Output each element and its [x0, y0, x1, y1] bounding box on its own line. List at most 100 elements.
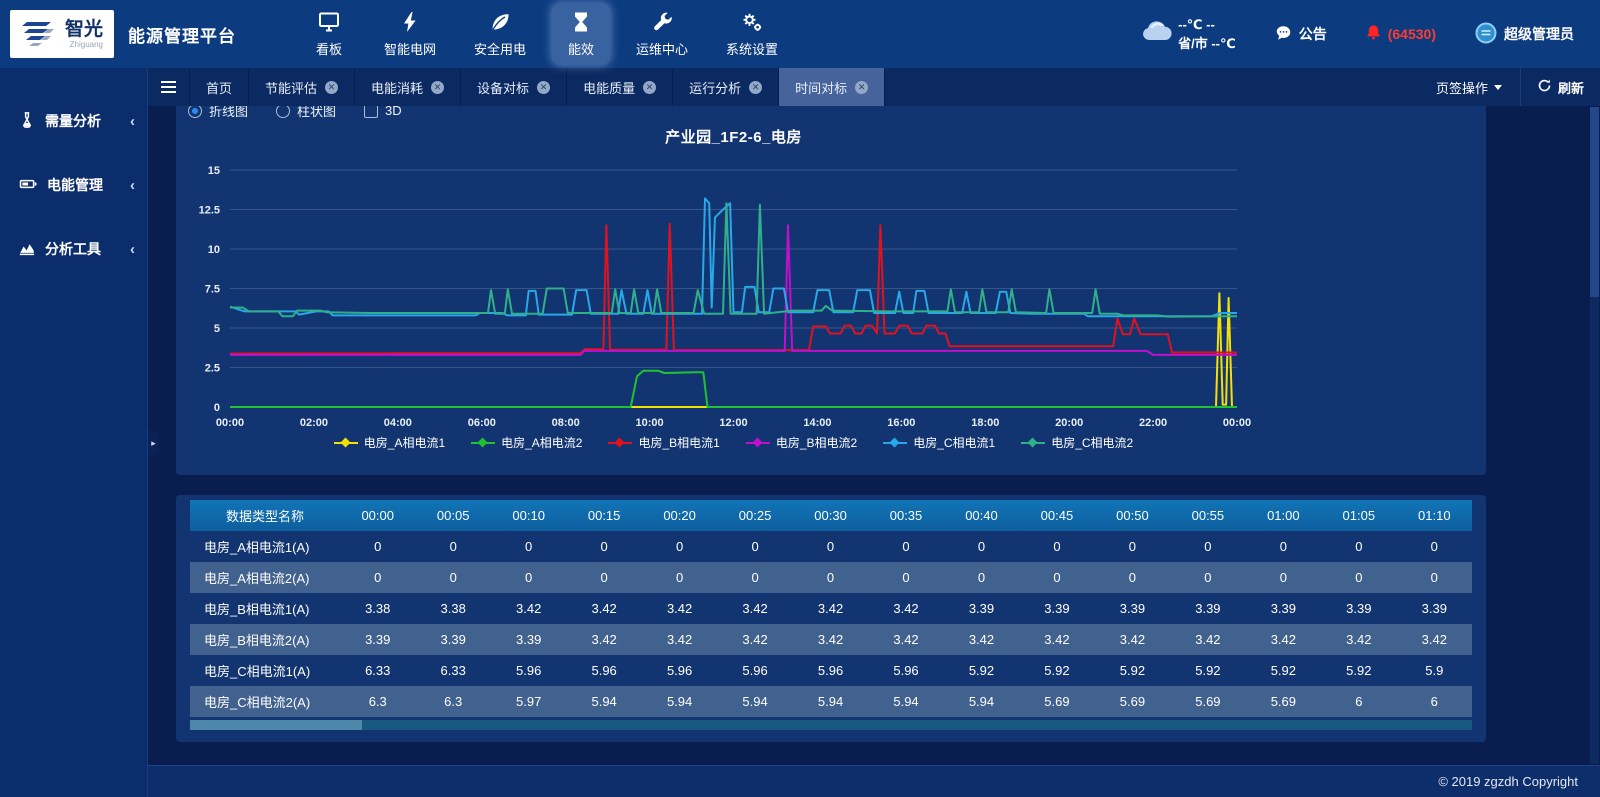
table-cell: 5.94: [944, 686, 1019, 717]
tab-设备对标[interactable]: 设备对标✕: [461, 68, 567, 106]
row-label: 电房_A相电流2(A): [190, 562, 340, 593]
logo-brand-text: 智光: [65, 20, 103, 39]
table-cell: 0: [642, 562, 717, 593]
legend-marker-icon: [608, 439, 632, 447]
weather-city: 省/市 --℃: [1178, 34, 1236, 54]
close-icon[interactable]: ✕: [537, 81, 550, 94]
table-cell: 6.3: [415, 686, 490, 717]
chart-legend: 电房_A相电流1 电房_A相电流2 电房_B相电流1 电房_B相电流2 电房_C相电流1…: [230, 434, 1237, 451]
table-cell: 3.42: [1019, 624, 1094, 655]
table-cell: 5.92: [1170, 655, 1245, 686]
radio-indicator[interactable]: [276, 106, 290, 118]
alarm-count-badge: (64530): [1388, 26, 1436, 42]
refresh-button[interactable]: 刷新: [1521, 68, 1600, 106]
tab-电能消耗[interactable]: 电能消耗✕: [355, 68, 461, 106]
row-label: 电房_C相电流2(A): [190, 686, 340, 717]
tab-operations-dropdown[interactable]: 页签操作: [1418, 68, 1520, 106]
table-cell: 5.9: [1397, 655, 1472, 686]
user-menu[interactable]: 超级管理员: [1474, 21, 1574, 48]
svg-text:16:00: 16:00: [887, 417, 915, 429]
avatar-icon: [1474, 21, 1498, 48]
table-cell: 3.39: [415, 624, 490, 655]
nav-item-能效[interactable]: 能效: [552, 3, 610, 65]
svg-text:12.5: 12.5: [199, 205, 220, 217]
close-icon[interactable]: ✕: [643, 81, 656, 94]
sidebar-item-分析工具[interactable]: 分析工具‹: [0, 220, 147, 278]
svg-text:08:00: 08:00: [552, 417, 580, 429]
tab-operations-label: 页签操作: [1436, 78, 1488, 97]
sidebar-item-需量分析[interactable]: 需量分析‹: [0, 92, 147, 150]
table-cell: 3.39: [1397, 593, 1472, 624]
legend-item-电房_C相电流2[interactable]: 电房_C相电流2: [1021, 434, 1133, 451]
close-icon[interactable]: ✕: [325, 81, 338, 94]
legend-item-电房_B相电流2[interactable]: 电房_B相电流2: [746, 434, 857, 451]
nav-item-运维中心[interactable]: 运维中心: [624, 3, 700, 65]
main-nav: 看板智能电网安全用电能效运维中心 系统设置: [300, 3, 790, 65]
chart-title: 产业园_1F2-6_电房: [230, 126, 1237, 147]
tab-时间对标[interactable]: 时间对标✕: [779, 68, 885, 106]
table-cell: 0: [1019, 531, 1094, 562]
table-cell: 5.69: [1019, 686, 1094, 717]
column-header-time: 01:10: [1397, 500, 1472, 531]
table-cell: 5.92: [1321, 655, 1396, 686]
sidebar-collapse-handle[interactable]: ▸: [148, 430, 159, 456]
legend-marker-icon: [746, 439, 770, 447]
table-cell: 5.69: [1246, 686, 1321, 717]
legend-item-电房_C相电流1[interactable]: 电房_C相电流1: [883, 434, 995, 451]
chevron-left-icon: ‹: [130, 241, 135, 258]
table-cell: 0: [1019, 562, 1094, 593]
alarm-button[interactable]: (64530): [1365, 23, 1436, 45]
column-header-time: 01:05: [1321, 500, 1396, 531]
tab-电能质量[interactable]: 电能质量✕: [567, 68, 673, 106]
control-label: 3D: [385, 106, 402, 118]
tab-运行分析[interactable]: 运行分析✕: [673, 68, 779, 106]
table-horizontal-scrollbar[interactable]: [190, 720, 1472, 730]
table-cell: 3.39: [1095, 593, 1170, 624]
menu-toggle-button[interactable]: [148, 68, 190, 106]
table-cell: 5.96: [717, 655, 792, 686]
row-label: 电房_C相电流1(A): [190, 655, 340, 686]
close-icon[interactable]: ✕: [431, 81, 444, 94]
nav-item-系统设置[interactable]: 系统设置: [714, 3, 790, 65]
close-icon[interactable]: ✕: [855, 81, 868, 94]
radio-折线图[interactable]: 折线图: [188, 106, 248, 120]
table-cell: 5.94: [717, 686, 792, 717]
legend-item-电房_B相电流1[interactable]: 电房_B相电流1: [608, 434, 719, 451]
checkbox-3D[interactable]: 3D: [364, 106, 402, 118]
sidebar-item-电能管理[interactable]: 电能管理‹: [0, 156, 147, 214]
table-cell: 3.39: [1321, 593, 1396, 624]
brand-logo[interactable]: 智光 Zhiguang: [10, 10, 114, 58]
table-cell: 3.42: [1170, 624, 1245, 655]
legend-item-电房_A相电流1[interactable]: 电房_A相电流1: [334, 434, 445, 451]
table-cell: 5.96: [793, 655, 868, 686]
radio-柱状图[interactable]: 柱状图: [276, 106, 336, 120]
cloud-icon: [1140, 19, 1172, 49]
svg-text:7.5: 7.5: [205, 284, 220, 296]
time-comparison-line-chart[interactable]: 02.557.51012.51500:0002:0004:0006:0008:0…: [186, 156, 1476, 456]
vertical-scrollbar[interactable]: [1590, 107, 1599, 764]
nav-item-安全用电[interactable]: 安全用电: [462, 3, 538, 65]
logo-sub-text: Zhiguang: [70, 41, 103, 49]
tab-节能评估[interactable]: 节能评估✕: [249, 68, 355, 106]
announcement-button[interactable]: 公告: [1274, 24, 1327, 45]
scrollbar-thumb[interactable]: [1590, 107, 1599, 297]
close-icon[interactable]: ✕: [749, 81, 762, 94]
tab-首页[interactable]: 首页: [190, 68, 249, 106]
table-cell: 0: [1170, 562, 1245, 593]
checkbox-indicator[interactable]: [364, 106, 378, 118]
sidebar: 需量分析‹ 电能管理‹ 分析工具‹: [0, 68, 148, 797]
bell-icon: [1365, 23, 1382, 45]
nav-item-智能电网[interactable]: 智能电网: [372, 3, 448, 65]
radio-indicator[interactable]: [188, 106, 202, 118]
table-cell: 0: [717, 562, 792, 593]
table-cell: 6.33: [415, 655, 490, 686]
table-cell: 0: [415, 531, 490, 562]
nav-item-label: 运维中心: [636, 39, 688, 58]
chevron-down-icon: [1494, 85, 1502, 90]
nav-item-看板[interactable]: 看板: [300, 3, 358, 65]
svg-text:02:00: 02:00: [300, 417, 328, 429]
legend-label: 电房_C相电流1: [913, 434, 995, 451]
table-cell: 5.96: [868, 655, 943, 686]
scrollbar-thumb[interactable]: [190, 720, 362, 730]
legend-item-电房_A相电流2[interactable]: 电房_A相电流2: [471, 434, 582, 451]
